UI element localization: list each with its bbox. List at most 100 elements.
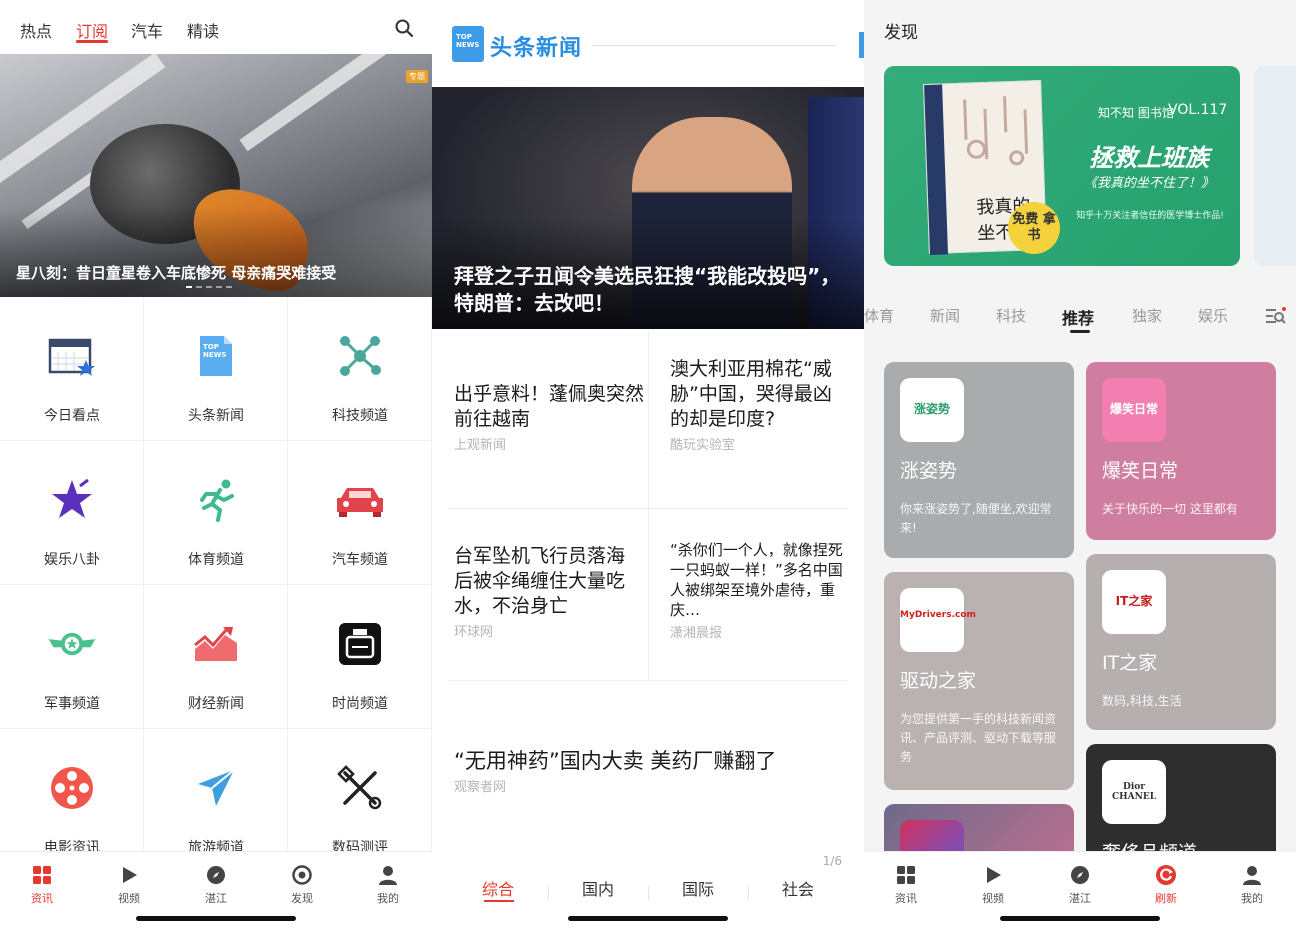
- tab-news[interactable]: 资讯: [876, 864, 936, 906]
- tab-refresh[interactable]: 刷新: [1136, 864, 1196, 906]
- tab-me[interactable]: 我的: [1222, 864, 1282, 906]
- tab-video[interactable]: 视频: [963, 864, 1023, 906]
- news-card[interactable]: 出乎意料！蓬佩奥突然前往越南 上观新闻: [454, 382, 654, 453]
- tab-hot[interactable]: 热点: [20, 18, 52, 42]
- channel-label: 汽车频道: [332, 552, 388, 568]
- news-title: “杀你们一个人，就像捏死一只蚂蚁一样！”多名中国人被绑架至境外虐待，重庆…: [670, 541, 843, 619]
- tab-discover[interactable]: 发现: [272, 864, 332, 906]
- cat-exclusive[interactable]: 独家: [1132, 305, 1162, 326]
- tab-label: 资讯: [31, 892, 53, 905]
- banner-subtitle: 《我真的坐不住了！》: [1083, 176, 1214, 191]
- hero-banner[interactable]: 专题: [0, 54, 432, 297]
- category-tabs: 综合 国内 国际 社会: [432, 866, 864, 906]
- news-card[interactable]: 台军坠机飞行员落海后被伞绳缠住大量吃水，不治身亡 环球网: [454, 544, 628, 640]
- tab-label: 刷新: [1155, 892, 1177, 905]
- tab-general[interactable]: 综合: [448, 876, 548, 900]
- brand-label: 知不知 图书馆: [1098, 106, 1174, 120]
- svg-text:NEWS: NEWS: [203, 351, 226, 359]
- channel-name: IT之家: [1102, 652, 1158, 674]
- title-divider: [592, 45, 836, 46]
- channel-card[interactable]: 爆笑日常 爆笑日常 关于快乐的一切 这里都有: [1086, 362, 1276, 540]
- tab-local[interactable]: 湛江: [1050, 864, 1110, 906]
- bottom-tab-bar: 资讯 视频 湛江 刷新 我的: [864, 851, 1296, 927]
- news-source: 环球网: [454, 625, 494, 640]
- home-indicator: [568, 916, 728, 921]
- tab-international[interactable]: 国际: [648, 876, 748, 900]
- tab-featured[interactable]: 精读: [187, 18, 219, 42]
- cat-tech[interactable]: 科技: [996, 305, 1026, 326]
- channel-logo: 爆笑日常: [1102, 378, 1166, 442]
- channel-top-news[interactable]: TOP NEWS 头条新闻: [144, 297, 288, 441]
- tools-icon: [335, 763, 385, 813]
- volume-label: VOL.117: [1168, 102, 1228, 118]
- user-icon: [379, 866, 397, 885]
- channel-label: 财经新闻: [188, 696, 244, 712]
- tab-video[interactable]: 视频: [99, 864, 159, 906]
- airplane-icon: [191, 763, 241, 813]
- bottom-tab-bar: 资讯 视频 湛江 发现 我的: [0, 851, 432, 927]
- search-icon[interactable]: [394, 18, 414, 38]
- news-title: 出乎意料！蓬佩奥突然前往越南: [454, 383, 645, 430]
- tab-me[interactable]: 我的: [358, 864, 418, 906]
- hero-caption[interactable]: 星八刻：昔日童星卷入车底惨死 母亲痛哭难接受: [16, 262, 336, 283]
- tab-car[interactable]: 汽车: [131, 18, 163, 42]
- tab-subscribe[interactable]: 订阅: [76, 18, 108, 42]
- channel-cars[interactable]: 汽车频道: [288, 441, 432, 585]
- tab-label: 资讯: [895, 892, 917, 905]
- channel-label: 娱乐八卦: [44, 552, 100, 568]
- channel-card[interactable]: 涨姿势 涨姿势 你来涨姿势了,随便坐,欢迎常来!: [884, 362, 1074, 558]
- topic-badge: 专题: [406, 70, 428, 83]
- tab-society[interactable]: 社会: [748, 876, 848, 900]
- top-tab-bar: 热点 订阅 汽车 精读: [0, 0, 432, 54]
- page-title: 头条新闻: [490, 36, 583, 61]
- carousel-dots: [186, 286, 232, 288]
- channel-entertainment[interactable]: 娱乐八卦: [0, 441, 144, 585]
- channel-name: 驱动之家: [900, 670, 977, 692]
- perfume-icon: [335, 619, 385, 669]
- channel-military[interactable]: 军事频道: [0, 585, 144, 729]
- news-card[interactable]: 澳大利亚用棉花“威胁”中国，哭得最凶的却是印度? 酷玩实验室: [670, 357, 846, 453]
- compass-icon: [207, 866, 225, 884]
- category-menu-icon[interactable]: [1264, 306, 1286, 326]
- next-banner[interactable]: [1254, 66, 1296, 266]
- tab-label: 湛江: [1069, 892, 1091, 905]
- channel-sports[interactable]: 体育频道: [144, 441, 288, 585]
- wide-news-title[interactable]: “无用神药”国内大卖 美药厂赚翻了: [454, 745, 776, 775]
- free-book-sticker[interactable]: 免费 拿书: [1008, 202, 1060, 254]
- channel-card[interactable]: IT之家 IT之家 数码,科技,生活: [1086, 554, 1276, 730]
- grid-icon: [897, 866, 915, 884]
- row-divider: [448, 508, 848, 509]
- channel-card[interactable]: MyDrivers.com 驱动之家 为您提供第一手的科技新闻资讯、产品评测、驱…: [884, 572, 1074, 790]
- channel-today[interactable]: 今日看点: [0, 297, 144, 441]
- channel-fashion[interactable]: 时尚频道: [288, 585, 432, 729]
- news-card[interactable]: “杀你们一个人，就像捏死一只蚂蚁一样！”多名中国人被绑架至境外虐待，重庆… 潇湘…: [670, 540, 846, 641]
- cat-recommended[interactable]: 推荐: [1062, 305, 1094, 329]
- active-category-underline: [1070, 330, 1090, 333]
- banner-note: 知乎十万关注者信任的医学博士作品!: [1076, 211, 1224, 221]
- tab-news[interactable]: 资讯: [12, 864, 72, 906]
- channel-logo: MyDrivers.com: [900, 588, 976, 652]
- film-reel-icon: [47, 763, 97, 813]
- top-news-icon: TOP NEWS: [191, 331, 241, 381]
- category-tabs: 体育 新闻 科技 推荐 独家 娱乐: [864, 300, 1296, 336]
- channel-logo: IT之家: [1102, 570, 1166, 634]
- cat-sports[interactable]: 体育: [864, 305, 894, 326]
- active-tab-underline: [484, 900, 514, 902]
- active-tab-underline: [76, 40, 108, 43]
- channel-label: 体育频道: [188, 552, 244, 568]
- channel-label: 科技频道: [332, 408, 388, 424]
- tab-local[interactable]: 湛江: [186, 864, 246, 906]
- car-icon: [335, 475, 385, 525]
- tab-label: 我的: [377, 892, 399, 905]
- tab-domestic[interactable]: 国内: [548, 876, 648, 900]
- channel-finance[interactable]: 财经新闻: [144, 585, 288, 729]
- play-icon: [987, 867, 1001, 883]
- cat-news[interactable]: 新闻: [930, 305, 960, 326]
- channel-grid: 今日看点 TOP NEWS 头条新闻 科技频道 娱乐八卦 体育频道 汽车频道 军…: [0, 297, 432, 873]
- channel-name: 涨姿势: [900, 460, 958, 482]
- channel-tech[interactable]: 科技频道: [288, 297, 432, 441]
- play-icon: [123, 867, 137, 883]
- hero-article[interactable]: 拜登之子丑闻令美选民狂搜“我能改投吗”，特朗普：去改吧！: [432, 87, 864, 329]
- promo-banner[interactable]: 我真的坐不 免费 拿书 知不知 图书馆 VOL.117 拯救上班族 《我真的坐不…: [884, 66, 1240, 266]
- cat-entertainment[interactable]: 娱乐: [1198, 305, 1228, 326]
